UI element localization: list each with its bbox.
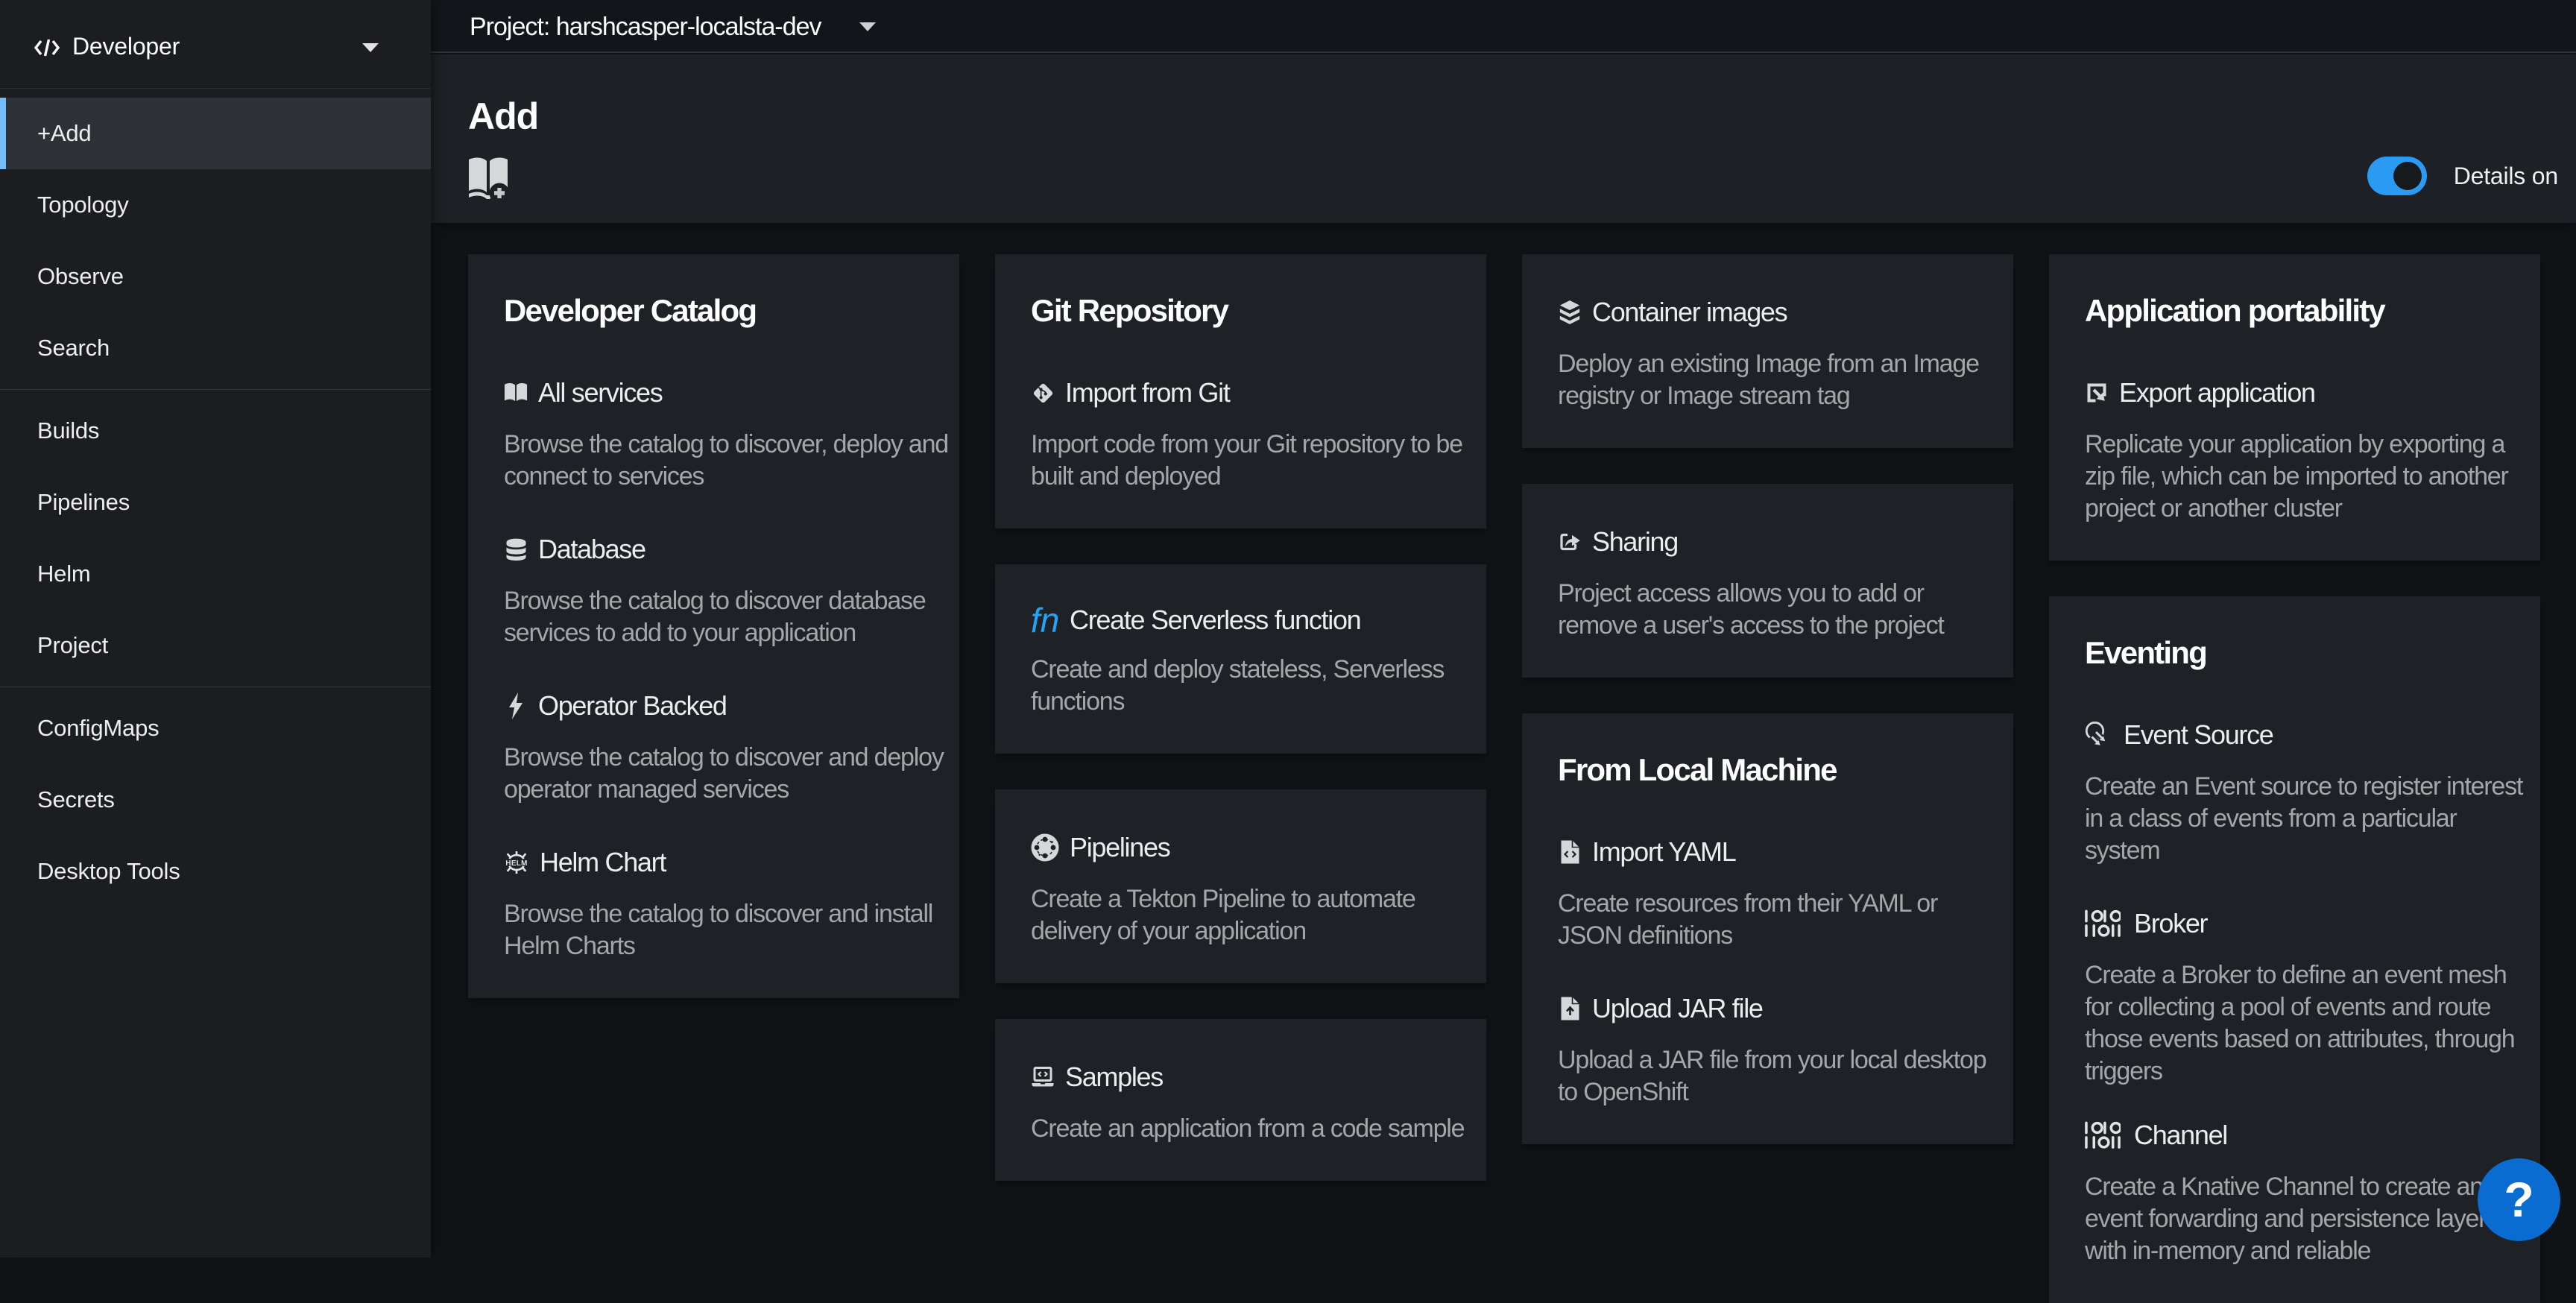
svg-text:HELM: HELM bbox=[505, 859, 527, 868]
